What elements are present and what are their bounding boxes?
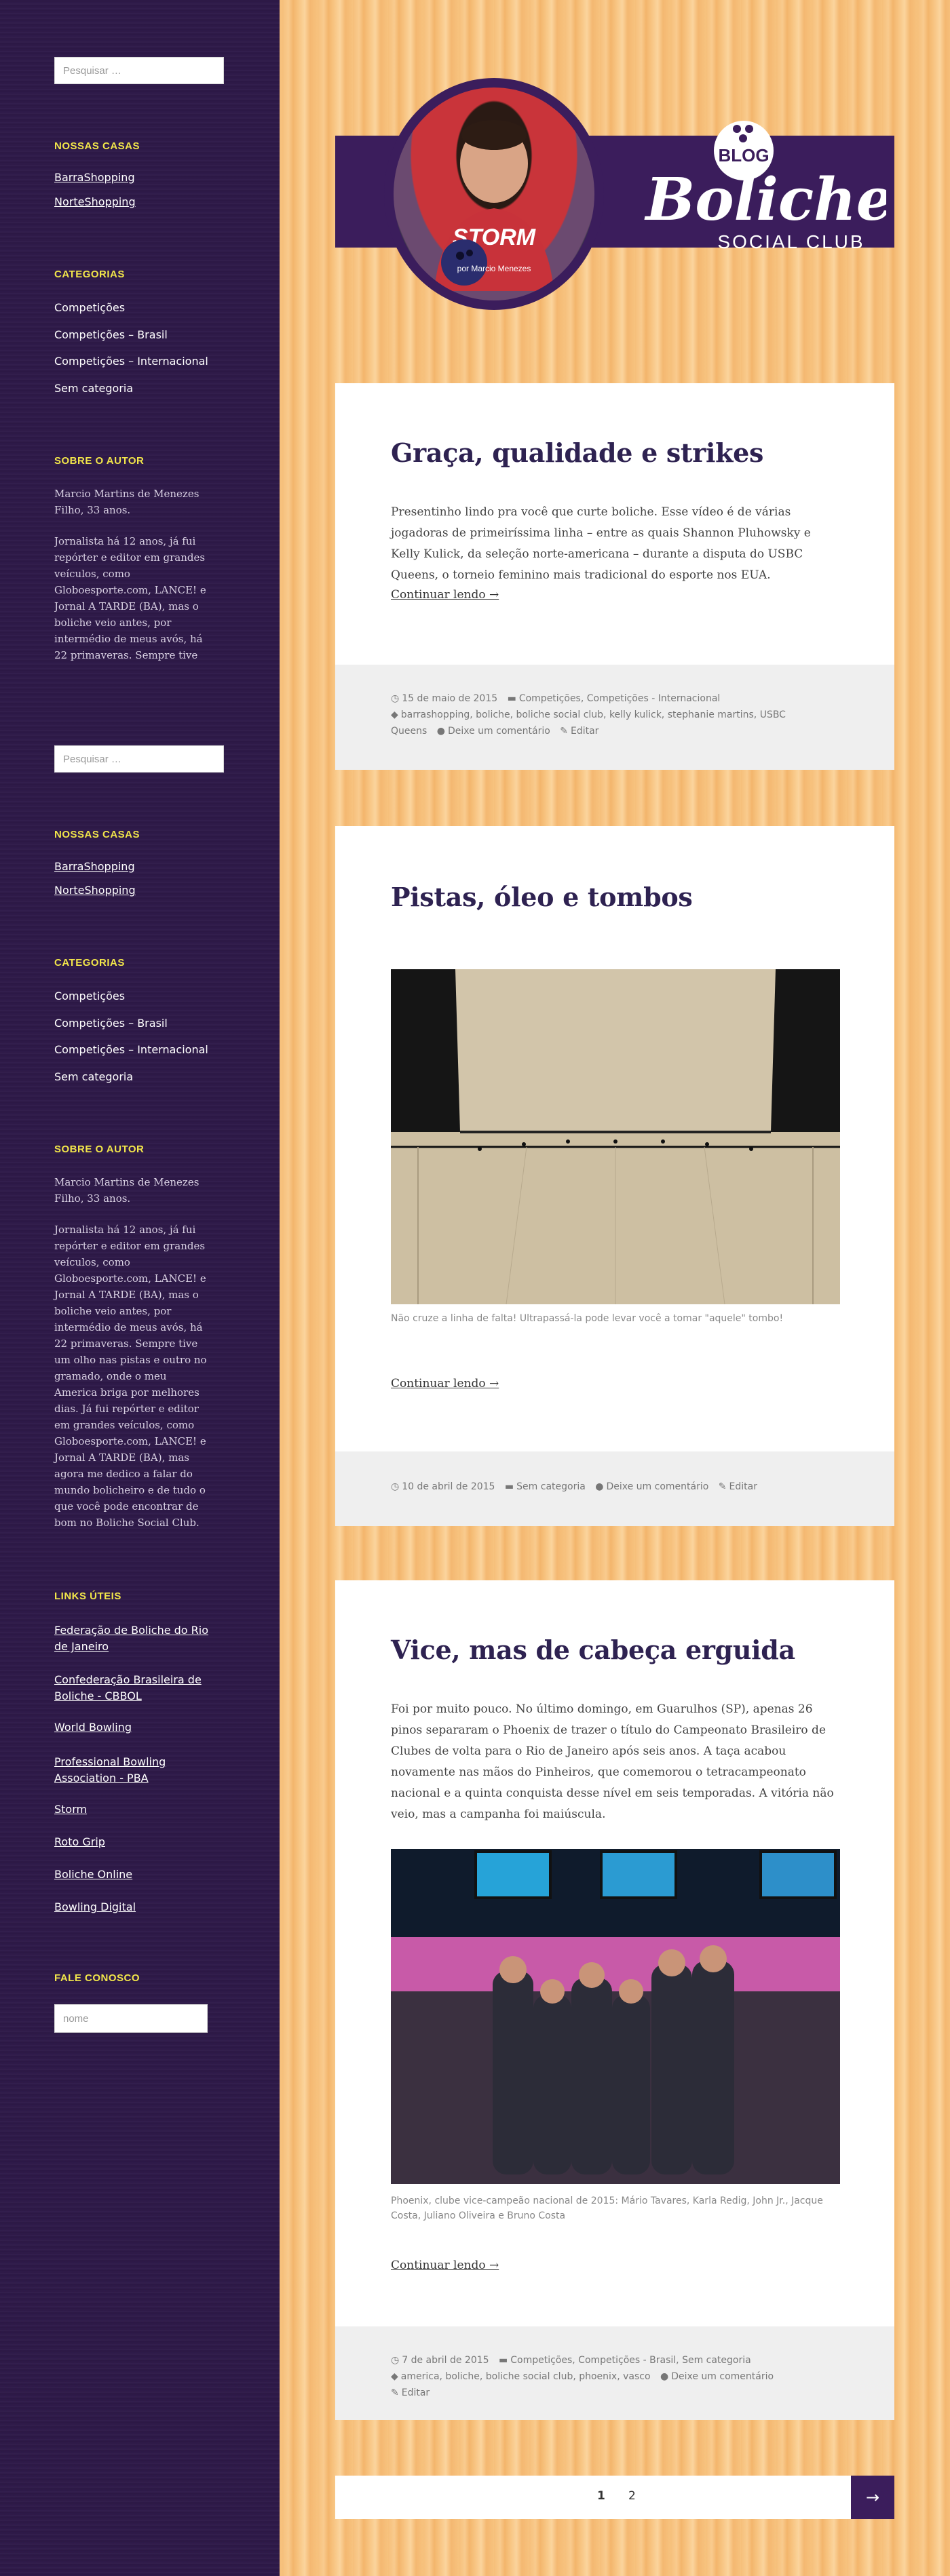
tag-icon: ◆ <box>391 709 398 720</box>
category-link[interactable]: Competições – Brasil <box>54 328 168 341</box>
comment-link[interactable]: Deixe um comentário <box>671 2371 774 2382</box>
folder-icon: ▬ <box>507 693 516 704</box>
category-link[interactable]: Competições <box>54 990 125 1002</box>
current-page: 1 <box>597 2489 605 2503</box>
edit-link[interactable]: Editar <box>402 2387 430 2398</box>
author-name: Marcio Martins de Menezes Filho, 33 anos… <box>54 488 200 516</box>
author-bio: Jornalista há 12 anos, já fui repórter e… <box>54 1224 207 1529</box>
useful-link[interactable]: Storm <box>54 1803 87 1816</box>
read-more-link[interactable]: Continuar lendo → <box>391 588 499 602</box>
category-link[interactable]: Sem categoria <box>54 1070 133 1083</box>
post-excerpt: Foi por muito pouco. No último domingo, … <box>391 1702 834 1821</box>
logo-main-text: Boliche <box>644 165 887 234</box>
post-categories[interactable]: Competições, Competições - Internacional <box>519 693 720 704</box>
post-meta: ◷ 7 de abril de 2015 ▬ Competições, Compet… <box>391 2352 812 2401</box>
sidebar: Pesquisar … NOSSAS CASAS BarraShopping N… <box>0 0 280 2576</box>
house-link-barrashopping[interactable]: BarraShopping <box>54 171 135 184</box>
post-footer: ◷ 10 de abril de 2015 ▬ Sem categoria ● Dei… <box>335 1451 894 1526</box>
comment-link[interactable]: Deixe um comentário <box>606 1481 708 1492</box>
house-link-northshopping[interactable]: NorteShopping <box>54 884 136 897</box>
widget-title-author: SOBRE O AUTOR <box>54 455 145 467</box>
image-caption: Phoenix, clube vice-campeão nacional de … <box>391 2196 823 2221</box>
useful-link[interactable]: Confederação Brasileira de Boliche - CBB… <box>54 1672 224 1704</box>
post-date[interactable]: 10 de abril de 2015 <box>402 1481 495 1492</box>
useful-link[interactable]: Bowling Digital <box>54 1900 136 1913</box>
pencil-icon: ✎ <box>560 726 568 737</box>
category-link[interactable]: Competições – Brasil <box>54 1017 168 1030</box>
author-name: Marcio Martins de Menezes Filho, 33 anos… <box>54 1176 200 1205</box>
edit-link[interactable]: Editar <box>729 1481 757 1492</box>
category-link[interactable]: Sem categoria <box>54 382 133 395</box>
clock-icon: ◷ <box>391 1481 400 1492</box>
house-link-northshopping[interactable]: NorteShopping <box>54 195 136 208</box>
post-meta: ◷ 10 de abril de 2015 ▬ Sem categoria ● Dei… <box>391 1479 812 1495</box>
read-more-link[interactable]: Continuar lendo → <box>391 2259 499 2272</box>
team-illustration <box>391 1849 840 2184</box>
widget-title-author: SOBRE O AUTOR <box>54 1144 145 1155</box>
post-date[interactable]: 15 de maio de 2015 <box>402 693 497 704</box>
post-title[interactable]: Vice, mas de cabeça erguida <box>391 1635 795 1665</box>
folder-icon: ▬ <box>504 1481 514 1492</box>
post-meta: ◷ 15 de maio de 2015 ▬ Competições, Compet… <box>391 690 812 739</box>
widget-title-houses: NOSSAS CASAS <box>54 140 140 152</box>
post-title[interactable]: Pistas, óleo e tombos <box>391 882 693 912</box>
comment-icon: ● <box>660 2371 669 2382</box>
contact-name-field[interactable]: nome <box>54 2004 208 2033</box>
author-photo: STORM por Marcio Menezes <box>394 87 594 300</box>
post-card: Pistas, óleo e tombos Não cruze a linha … <box>335 826 894 1526</box>
comment-link[interactable]: Deixe um comentário <box>448 726 550 737</box>
read-more-link[interactable]: Continuar lendo → <box>391 1377 499 1390</box>
category-link[interactable]: Competições – Internacional <box>54 1043 208 1056</box>
useful-link[interactable]: Federação de Boliche do Rio de Janeiro <box>54 1622 224 1655</box>
pagination: 1 2 → <box>335 2476 894 2519</box>
image-caption: Não cruze a linha de falta! Ultrapassá-l… <box>391 1313 784 1324</box>
useful-link[interactable]: World Bowling <box>54 1721 132 1734</box>
edit-link[interactable]: Editar <box>571 726 598 737</box>
arrow-right-icon: → <box>865 2488 880 2507</box>
author-bio: Jornalista há 12 anos, já fui repórter e… <box>54 535 206 666</box>
widget-title-categories: CATEGORIAS <box>54 957 125 969</box>
category-link[interactable]: Competições <box>54 301 125 314</box>
post-footer: ◷ 15 de maio de 2015 ▬ Competições, Compet… <box>335 665 894 770</box>
logo-sub-text: SOCIAL CLUB <box>717 231 864 252</box>
search-input[interactable]: Pesquisar … <box>54 57 224 84</box>
clock-icon: ◷ <box>391 2355 400 2366</box>
category-link[interactable]: Competições – Internacional <box>54 355 208 368</box>
blog-logo[interactable]: BLOG Boliche SOCIAL CLUB <box>642 114 894 270</box>
next-page-button[interactable]: → <box>851 2476 894 2519</box>
bowling-lane-image <box>391 969 840 1304</box>
logo-blog-text: BLOG <box>718 145 769 165</box>
post-tags[interactable]: america, boliche, boliche social club, p… <box>401 2371 651 2382</box>
widget-title-houses: NOSSAS CASAS <box>54 829 140 840</box>
clock-icon: ◷ <box>391 693 400 704</box>
team-photo <box>391 1849 840 2184</box>
post-categories[interactable]: Competições, Competições - Brasil, Sem c… <box>510 2355 750 2366</box>
post-footer: ◷ 7 de abril de 2015 ▬ Competições, Compet… <box>335 2326 894 2420</box>
post-categories[interactable]: Sem categoria <box>516 1481 586 1492</box>
widget-title-contact: FALE CONOSCO <box>54 1972 140 1984</box>
lane-illustration <box>391 969 840 1304</box>
useful-link[interactable]: Professional Bowling Association - PBA <box>54 1754 224 1787</box>
comment-icon: ● <box>436 726 445 737</box>
post-card: Vice, mas de cabeça erguida Foi por muit… <box>335 1580 894 2420</box>
post-date[interactable]: 7 de abril de 2015 <box>402 2355 489 2366</box>
widget-title-categories: CATEGORIAS <box>54 269 125 280</box>
post-card: Graça, qualidade e strikes Presentinho l… <box>335 383 894 770</box>
comment-icon: ● <box>595 1481 604 1492</box>
search-input[interactable]: Pesquisar … <box>54 745 224 773</box>
house-link-barrashopping[interactable]: BarraShopping <box>54 860 135 873</box>
useful-link[interactable]: Roto Grip <box>54 1835 105 1848</box>
pencil-icon: ✎ <box>718 1481 727 1492</box>
post-excerpt: Presentinho lindo pra você que curte bol… <box>391 505 811 582</box>
page-link[interactable]: 2 <box>628 2489 636 2503</box>
tag-icon: ◆ <box>391 2371 398 2382</box>
author-avatar: STORM por Marcio Menezes <box>384 78 604 310</box>
post-title[interactable]: Graça, qualidade e strikes <box>391 437 763 468</box>
widget-title-links: LINKS ÚTEIS <box>54 1591 121 1602</box>
useful-link[interactable]: Boliche Online <box>54 1868 132 1881</box>
folder-icon: ▬ <box>499 2355 508 2366</box>
avatar-caption: por Marcio Menezes <box>457 264 531 273</box>
pencil-icon: ✎ <box>391 2387 399 2398</box>
